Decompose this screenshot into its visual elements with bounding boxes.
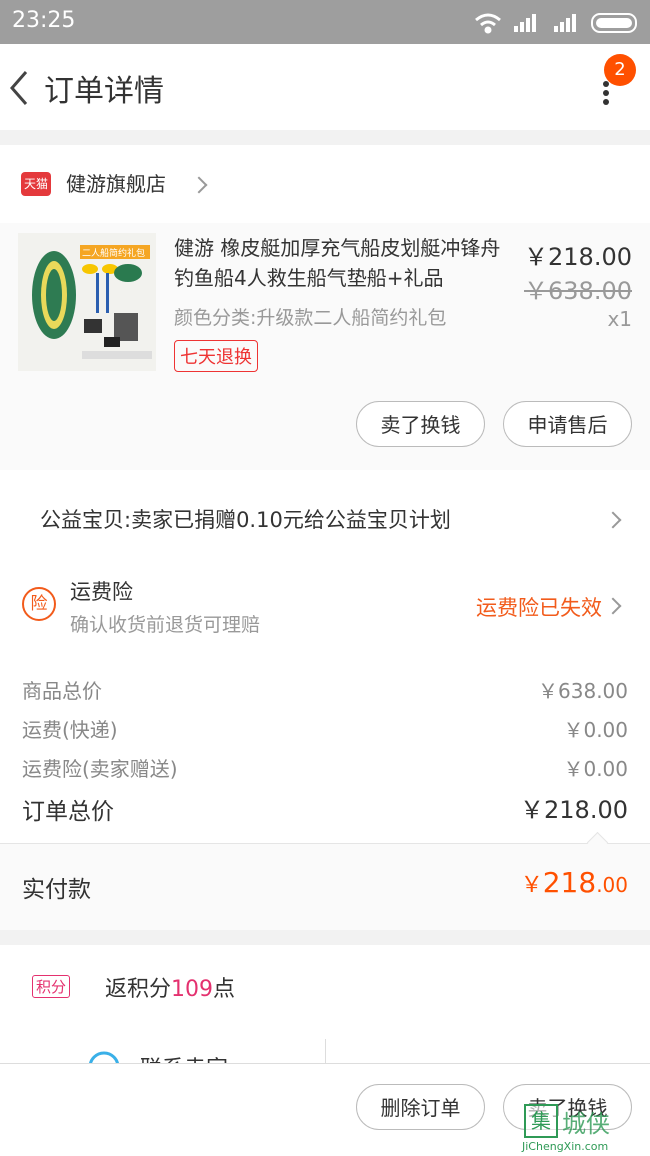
product-title[interactable]: 健游 橡皮艇加厚充气船皮划艇冲锋舟钓鱼船4人救生船气垫船+礼品: [174, 233, 514, 293]
points-text: 返积分109点: [105, 971, 235, 1003]
shipping-fee-value: ￥0.00: [563, 718, 628, 742]
back-arrow-icon[interactable]: [6, 68, 34, 108]
points-tag: 积分: [32, 975, 71, 998]
sell-for-cash-button[interactable]: 卖了换钱: [356, 401, 485, 447]
signal-icon: [514, 14, 576, 32]
notification-badge: 2: [604, 54, 636, 86]
contact-divider: [325, 1039, 326, 1063]
chevron-right-icon: [604, 597, 622, 615]
insurance-fee-label: 运费险(卖家赠送): [22, 757, 178, 781]
item-quantity: x1: [607, 307, 632, 331]
shop-row[interactable]: 天猫 健游旗舰店: [0, 145, 650, 223]
inflatable-boat-image: 二人船简约礼包: [18, 233, 156, 371]
after-sale-button[interactable]: 申请售后: [503, 401, 632, 447]
thumb-label: 二人船简约礼包: [82, 247, 145, 259]
item-row[interactable]: 二人船简约礼包 健游 橡皮艇加厚充气船皮划艇冲锋舟钓鱼船4人救生船气垫船+礼品 …: [0, 223, 650, 385]
watermark: 集 城侠 JiChengXin.com: [518, 1104, 644, 1154]
more-menu-icon[interactable]: [598, 80, 614, 108]
page-title: 订单详情: [44, 74, 164, 109]
paid-currency: ￥: [520, 873, 543, 898]
insurance-fee-value: ￥0.00: [563, 757, 628, 781]
delete-order-button[interactable]: 删除订单: [356, 1084, 485, 1130]
insurance-status: 运费险已失效: [476, 596, 602, 620]
order-total-label: 订单总价: [22, 799, 114, 825]
seven-day-return-tag: 七天退换: [174, 340, 258, 372]
shipping-insurance-row[interactable]: 险 运费险 确认收货前退货可理赔 运费险已失效: [0, 568, 650, 653]
nav-header: 订单详情 2: [0, 44, 650, 130]
item-actions: 卖了换钱 申请售后: [0, 385, 650, 470]
points-suffix: 点: [213, 977, 236, 1002]
paid-amount-row: 实付款 ￥218.00: [0, 831, 650, 930]
product-thumbnail[interactable]: 二人船简约礼包: [18, 233, 156, 371]
paid-label: 实付款: [22, 877, 91, 903]
paid-integer: 218: [542, 866, 597, 899]
paid-amount: ￥218.00: [521, 866, 628, 899]
watermark-name: 城侠: [562, 1110, 610, 1138]
bottom-action-bar: 删除订单 卖了换钱 集 城侠 JiChengXin.com: [0, 1063, 650, 1156]
shop-name: 健游旗舰店: [66, 172, 166, 196]
contact-seller-label: 联系卖家: [140, 1051, 228, 1063]
watermark-url: JiChengXin.com: [522, 1140, 609, 1153]
contact-seller-button[interactable]: 联系卖家: [80, 1045, 320, 1063]
charity-text: 公益宝贝:卖家已捐赠0.10元给公益宝贝计划: [40, 508, 451, 532]
points-value: 109: [171, 977, 214, 1002]
watermark-logo: 集: [524, 1104, 558, 1138]
order-total-value: ￥218.00: [520, 796, 628, 824]
insurance-subtitle: 确认收货前退货可理赔: [70, 614, 261, 636]
wifi-icon: [475, 13, 501, 34]
chevron-right-icon: [604, 511, 622, 529]
price-summary: 商品总价 ￥638.00 运费(快递) ￥0.00 运费险(卖家赠送) ￥0.0…: [0, 653, 650, 843]
status-bar: 23:25: [0, 0, 650, 44]
shipping-fee-label: 运费(快递): [22, 718, 118, 742]
goods-total-label: 商品总价: [22, 679, 102, 703]
order-item-card: 天猫 健游旗舰店 二人船简约礼包 健游 橡皮艇加厚充气船皮划艇冲锋舟钓鱼船4人救…: [0, 145, 650, 470]
status-icons: [475, 13, 637, 34]
battery-icon: [591, 13, 637, 33]
product-spec: 颜色分类:升级款二人船简约礼包: [174, 307, 447, 329]
chevron-right-icon: [190, 176, 208, 194]
item-price: ￥218.00: [524, 243, 632, 271]
points-prefix: 返积分: [105, 977, 172, 1002]
item-original-price: ￥638.00: [524, 277, 632, 305]
tmall-badge: 天猫: [21, 172, 51, 196]
points-contact-section: 积分 返积分109点 联系卖家: [0, 945, 650, 1063]
status-time: 23:25: [12, 8, 76, 33]
paid-decimal: .00: [596, 873, 628, 897]
chat-bubble-icon: [89, 1051, 119, 1063]
charity-row[interactable]: 公益宝贝:卖家已捐赠0.10元给公益宝贝计划: [0, 470, 650, 568]
goods-total-value: ￥638.00: [538, 679, 628, 703]
insurance-icon: 险: [22, 587, 56, 621]
insurance-title: 运费险: [70, 580, 133, 604]
